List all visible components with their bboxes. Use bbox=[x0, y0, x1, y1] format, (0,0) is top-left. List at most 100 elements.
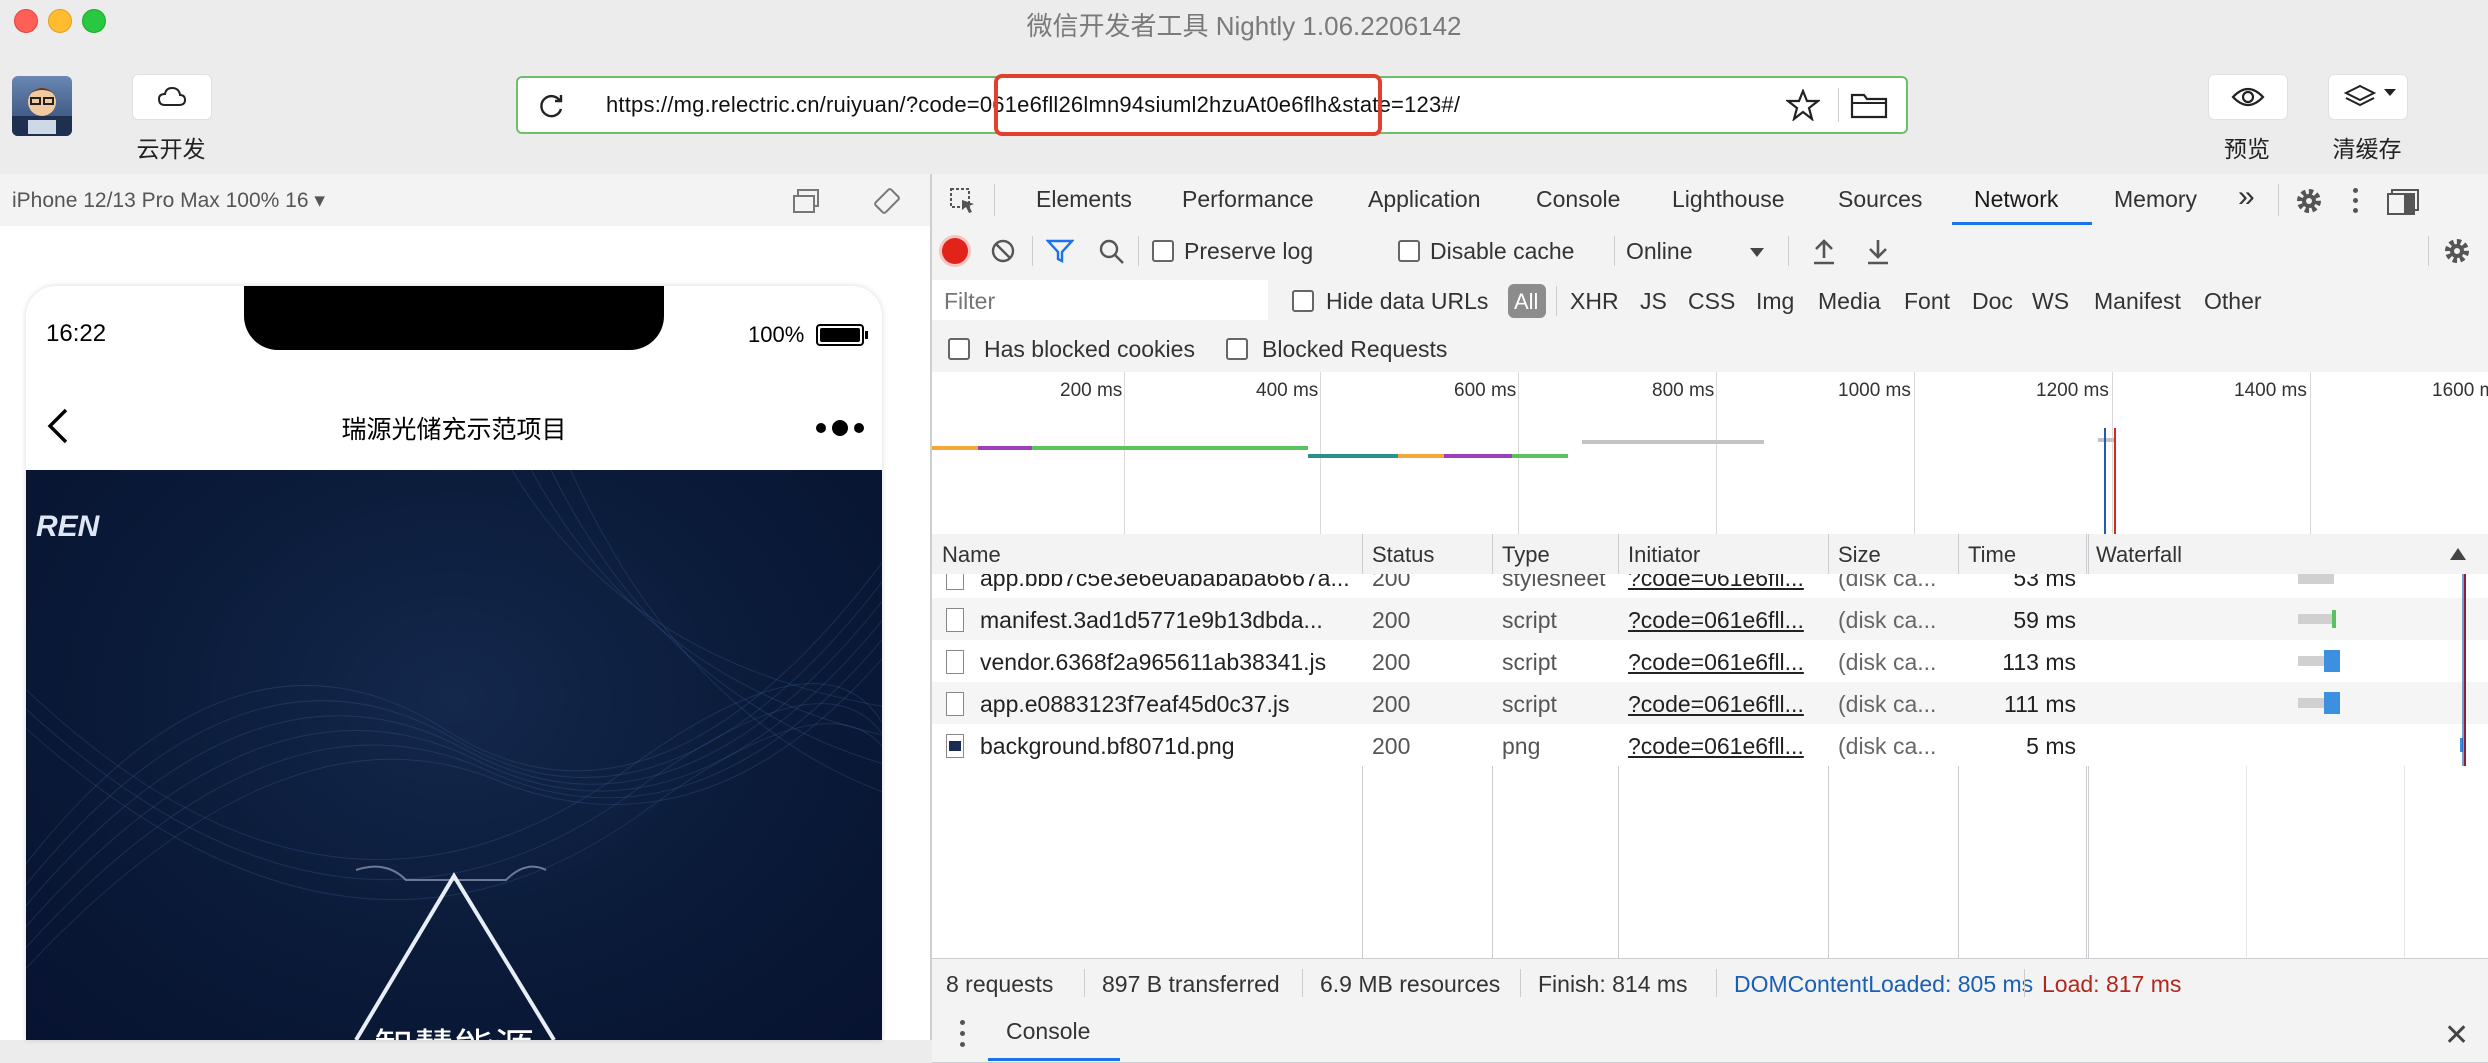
type-filter-ws[interactable]: WS bbox=[2032, 288, 2069, 315]
tab-lighthouse[interactable]: Lighthouse bbox=[1672, 186, 1785, 213]
search-icon[interactable] bbox=[1098, 238, 1126, 266]
rotate-icon[interactable] bbox=[872, 186, 902, 216]
drawer-menu-icon[interactable] bbox=[960, 1020, 966, 1048]
star-icon[interactable] bbox=[1786, 89, 1820, 121]
type-filter-img[interactable]: Img bbox=[1756, 288, 1794, 315]
col-header-initiator[interactable]: Initiator bbox=[1628, 542, 1700, 568]
type-filter-media[interactable]: Media bbox=[1818, 288, 1881, 315]
throttling-select[interactable]: Online bbox=[1626, 238, 1692, 265]
table-row[interactable]: background.bf8071d.png 200 png ?code=061… bbox=[932, 724, 2488, 766]
popout-icon[interactable] bbox=[792, 188, 822, 214]
user-avatar[interactable] bbox=[12, 76, 72, 136]
type-filter-font[interactable]: Font bbox=[1904, 288, 1950, 315]
more-tabs-button[interactable]: » bbox=[2238, 180, 2255, 214]
preview-button[interactable] bbox=[2208, 74, 2288, 120]
table-row[interactable]: app.e0883123f7eaf45d0c37.js 200 script ?… bbox=[932, 682, 2488, 724]
more-menu-icon[interactable] bbox=[816, 420, 866, 436]
drawer-tab-console[interactable]: Console bbox=[1006, 1018, 1090, 1045]
request-type: stylesheet bbox=[1502, 574, 1606, 591]
disable-cache-label: Disable cache bbox=[1430, 238, 1575, 264]
sort-ascending-icon[interactable] bbox=[2450, 548, 2466, 560]
overview-bar bbox=[932, 446, 978, 450]
request-size: (disk ca... bbox=[1838, 691, 1937, 717]
summary-resources: 6.9 MB resources bbox=[1320, 971, 1501, 997]
console-drawer-header: Console ✕ bbox=[932, 1006, 2488, 1063]
drawer-tab-indicator bbox=[988, 1058, 1120, 1061]
tab-elements[interactable]: Elements bbox=[1036, 186, 1132, 213]
request-initiator[interactable]: ?code=061e6fll... bbox=[1628, 649, 1820, 676]
network-settings-icon[interactable] bbox=[2442, 236, 2472, 266]
blocked-requests-label: Blocked Requests bbox=[1262, 336, 1448, 362]
simulator-toolbar: iPhone 12/13 Pro Max 100% 16 ▾ bbox=[0, 174, 930, 227]
refresh-icon[interactable] bbox=[538, 91, 566, 119]
col-header-size[interactable]: Size bbox=[1838, 542, 1881, 568]
title-bar: 微信开发者工具 Nightly 1.06.2206142 bbox=[0, 0, 2488, 42]
tab-memory[interactable]: Memory bbox=[2114, 186, 2197, 213]
import-har-icon[interactable] bbox=[1810, 236, 1838, 266]
network-summary-bar: 8 requests 897 B transferred 6.9 MB reso… bbox=[932, 958, 2488, 1008]
clear-cache-button[interactable] bbox=[2328, 74, 2408, 120]
request-initiator[interactable]: ?code=061e6fll... bbox=[1628, 691, 1820, 718]
waterfall-bar bbox=[2324, 650, 2340, 672]
phone-notch bbox=[244, 286, 664, 350]
type-filter-other[interactable]: Other bbox=[2204, 288, 2262, 315]
tab-network[interactable]: Network bbox=[1974, 186, 2058, 213]
tab-performance[interactable]: Performance bbox=[1182, 186, 1314, 213]
close-drawer-icon[interactable]: ✕ bbox=[2444, 1018, 2469, 1053]
folder-icon[interactable] bbox=[1850, 91, 1888, 119]
type-filter-doc[interactable]: Doc bbox=[1972, 288, 2013, 315]
col-header-time[interactable]: Time bbox=[1968, 542, 2016, 568]
overview-bar bbox=[1512, 454, 1568, 458]
hero-text: 智慧能源 bbox=[26, 1016, 882, 1040]
dock-side-icon[interactable] bbox=[2386, 188, 2420, 216]
has-blocked-cookies-checkbox[interactable] bbox=[948, 338, 970, 360]
device-selector[interactable]: iPhone 12/13 Pro Max 100% 16 ▾ bbox=[12, 188, 325, 213]
hide-data-urls-checkbox[interactable] bbox=[1292, 290, 1314, 312]
type-filter-manifest[interactable]: Manifest bbox=[2094, 288, 2181, 315]
type-filter-js[interactable]: JS bbox=[1640, 288, 1667, 315]
record-button[interactable] bbox=[942, 238, 968, 264]
timeline-tick-label: 200 ms bbox=[1060, 380, 1123, 401]
inspect-element-icon[interactable] bbox=[948, 186, 978, 216]
request-initiator[interactable]: ?code=061e6fll... bbox=[1628, 733, 1820, 760]
col-header-type[interactable]: Type bbox=[1502, 542, 1550, 568]
dcl-marker bbox=[2104, 428, 2106, 534]
tab-console[interactable]: Console bbox=[1536, 186, 1620, 213]
request-initiator[interactable]: ?code=061e6fll... bbox=[1628, 574, 1820, 592]
tab-sources[interactable]: Sources bbox=[1838, 186, 1922, 213]
tab-application[interactable]: Application bbox=[1368, 186, 1481, 213]
waterfall-load-line bbox=[2464, 574, 2466, 766]
disable-cache-checkbox[interactable] bbox=[1398, 240, 1420, 262]
col-header-status[interactable]: Status bbox=[1372, 542, 1434, 568]
blocked-requests-checkbox[interactable] bbox=[1226, 338, 1248, 360]
preserve-log-checkbox[interactable] bbox=[1152, 240, 1174, 262]
filter-icon[interactable] bbox=[1046, 238, 1074, 264]
export-har-icon[interactable] bbox=[1864, 236, 1892, 266]
cloud-dev-button[interactable] bbox=[132, 74, 212, 120]
timeline-tick-label: 1400 ms bbox=[2234, 380, 2307, 401]
request-time: 59 ms bbox=[2013, 607, 2076, 633]
request-type: script bbox=[1502, 607, 1557, 633]
type-filter-xhr[interactable]: XHR bbox=[1570, 288, 1619, 315]
settings-gear-icon[interactable] bbox=[2294, 186, 2324, 216]
table-row[interactable]: app.bbb7c5e3e6e0abababa6667a... 200 styl… bbox=[932, 574, 2488, 598]
summary-dcl: DOMContentLoaded: 805 ms bbox=[1734, 971, 2034, 997]
request-status: 200 bbox=[1372, 574, 1411, 591]
overview-bar bbox=[1308, 454, 1398, 458]
type-filter-css[interactable]: CSS bbox=[1688, 288, 1735, 315]
kebab-menu-icon[interactable] bbox=[2352, 186, 2360, 216]
devtools-panel: Elements Performance Application Console… bbox=[930, 174, 2488, 1063]
table-row[interactable]: manifest.3ad1d5771e9b13dbda... 200 scrip… bbox=[932, 598, 2488, 640]
type-filter-all[interactable]: All bbox=[1508, 284, 1546, 318]
network-filter-input[interactable] bbox=[942, 286, 1256, 316]
table-row[interactable]: vendor.6368f2a965611ab38341.js 200 scrip… bbox=[932, 640, 2488, 682]
request-status: 200 bbox=[1372, 691, 1411, 717]
col-header-waterfall[interactable]: Waterfall bbox=[2096, 542, 2182, 568]
clear-icon[interactable] bbox=[990, 238, 1016, 264]
col-header-name[interactable]: Name bbox=[942, 542, 1001, 568]
request-initiator[interactable]: ?code=061e6fll... bbox=[1628, 607, 1820, 634]
timeline-tick-label: 800 ms bbox=[1652, 380, 1715, 401]
hide-data-urls-label: Hide data URLs bbox=[1326, 288, 1489, 314]
request-type: script bbox=[1502, 649, 1557, 675]
request-time: 5 ms bbox=[2026, 733, 2076, 759]
